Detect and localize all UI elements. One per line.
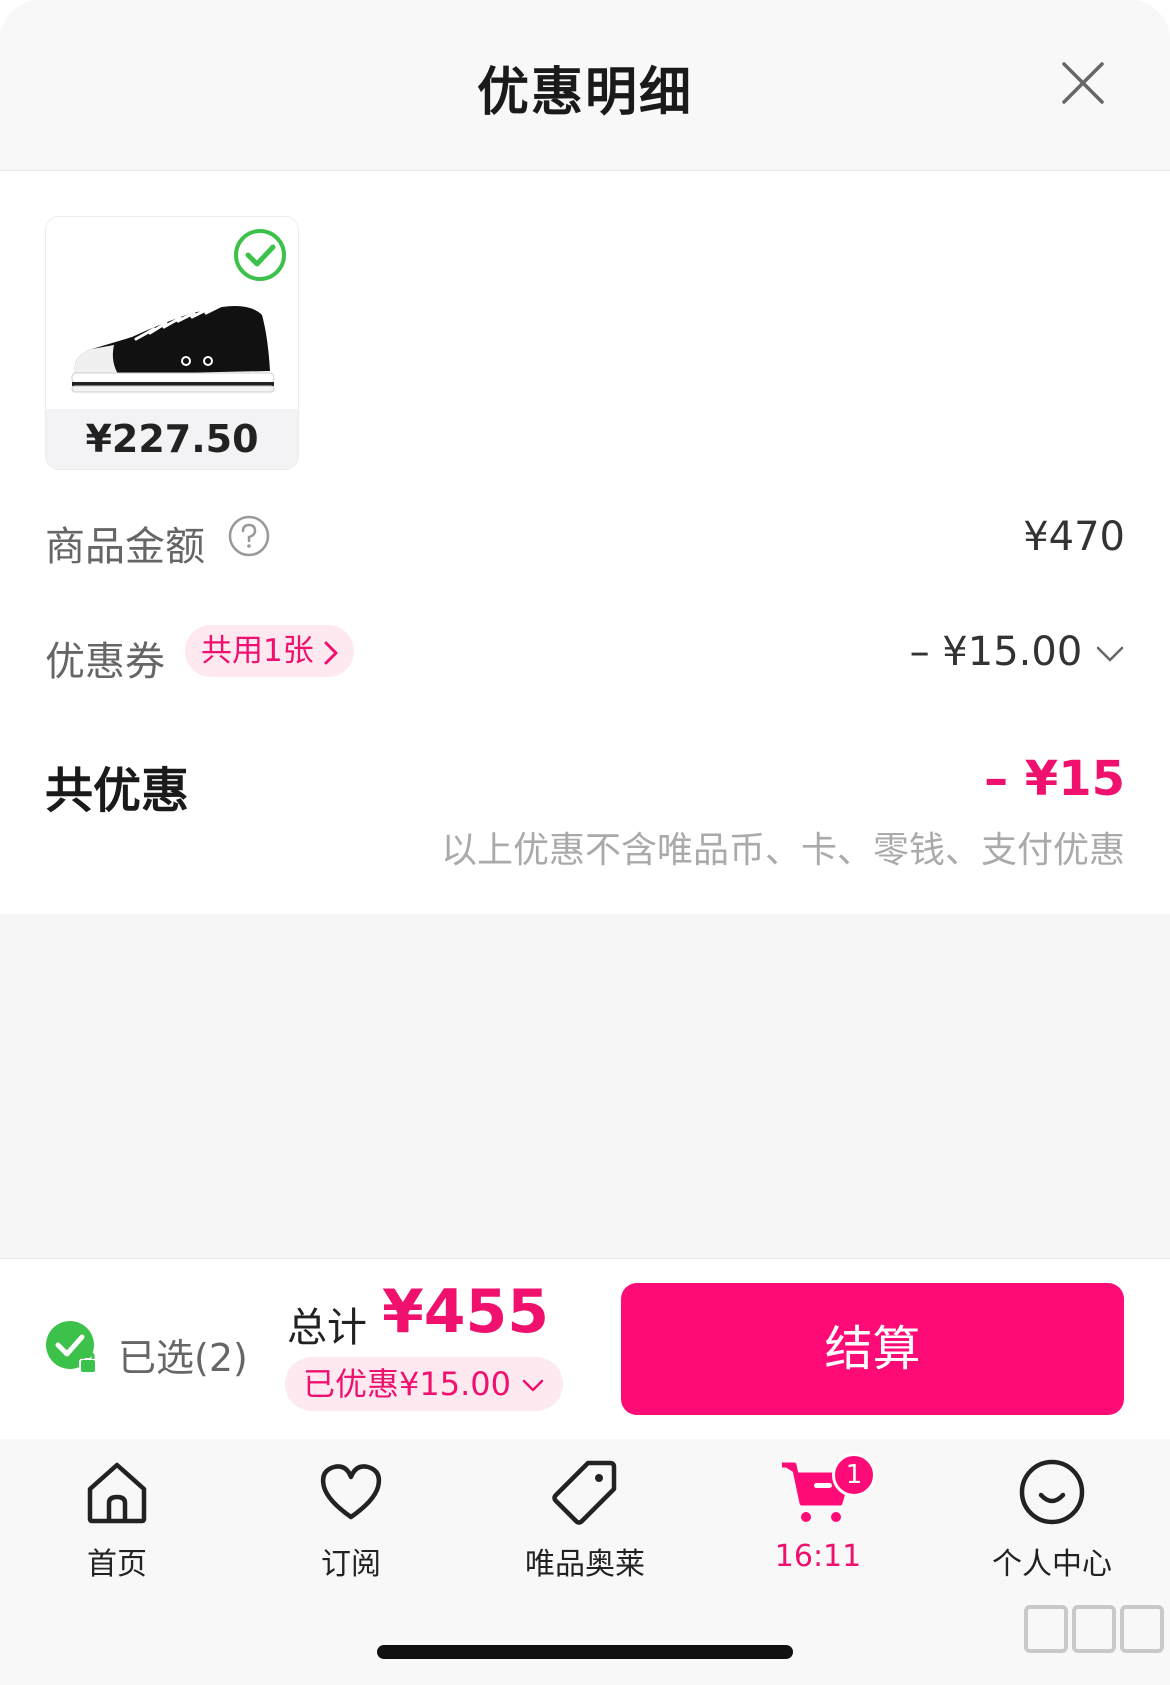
watermark-logo (1024, 1605, 1164, 1653)
coupon-chip[interactable]: 共用1张 (185, 625, 354, 677)
home-indicator (377, 1645, 793, 1659)
total-discount-label: 共优惠 (45, 763, 190, 819)
tab-label-cart: 16:11 (774, 1539, 862, 1574)
chevron-down-icon (1096, 646, 1124, 662)
coupon-row: 优惠券 共用1张 – ¥15.00 (45, 625, 1125, 685)
discount-note: 以上优惠不含唯品币、卡、零钱、支付优惠 (440, 830, 1125, 871)
goods-amount-row: 商品金额 ¥470 (45, 514, 1125, 570)
chevron-down-icon (522, 1379, 544, 1392)
tab-label-home: 首页 (87, 1547, 147, 1582)
tab-outlet[interactable]: 唯品奥莱 (485, 1457, 685, 1583)
discount-content: ¥227.50 商品金额 ¥470 优惠券 共用1张 – ¥15.00 共优惠 … (0, 171, 1170, 914)
tab-subscribe[interactable]: 订阅 (251, 1457, 451, 1583)
total-discount-value: – ¥15 (984, 751, 1125, 807)
discount-pill-label: 已优惠¥15.00 (303, 1365, 511, 1403)
total-label: 总计 (287, 1305, 367, 1351)
sheet-title: 优惠明细 (476, 63, 693, 123)
tab-home[interactable]: 首页 (17, 1457, 217, 1583)
tab-cart[interactable]: 1 16:11 (718, 1453, 918, 1574)
help-icon[interactable] (227, 514, 271, 558)
sneaker-image (71, 304, 275, 393)
home-icon (87, 1462, 147, 1524)
cart-badge: 1 (832, 1453, 876, 1497)
checkout-bar: 已选(2) 总计 ¥455 已优惠¥15.00 结算 (0, 1258, 1170, 1440)
product-card[interactable]: ¥227.50 (45, 216, 299, 470)
discount-pill[interactable]: 已优惠¥15.00 (285, 1357, 564, 1411)
discount-sheet: 优惠明细 ¥227.50 商品金额 ¥470 优惠券 共用1张 – ¥15.00… (0, 0, 1170, 1685)
smile-icon (1019, 1459, 1085, 1525)
tab-label-profile: 个人中心 (992, 1547, 1112, 1582)
select-all-checkbox-icon[interactable] (44, 1319, 100, 1377)
tag-icon (552, 1460, 617, 1525)
total-value: ¥455 (382, 1277, 549, 1347)
tab-label-subscribe: 订阅 (321, 1547, 381, 1582)
check-circle-icon (234, 229, 286, 281)
coupon-label: 优惠券 (45, 639, 165, 685)
goods-amount-label: 商品金额 (45, 524, 205, 570)
heart-icon (320, 1464, 382, 1520)
chevron-right-icon (324, 641, 338, 664)
close-icon[interactable] (1058, 58, 1108, 108)
coupon-chip-label: 共用1张 (201, 633, 314, 669)
sheet-header: 优惠明细 (0, 0, 1170, 171)
selected-count: 已选(2) (118, 1336, 248, 1380)
coupon-value: – ¥15.00 (909, 629, 1083, 675)
checkout-button[interactable]: 结算 (621, 1283, 1124, 1415)
product-price: ¥227.50 (46, 409, 298, 469)
tab-label-outlet: 唯品奥莱 (525, 1547, 645, 1582)
coupon-value-toggle[interactable]: – ¥15.00 (910, 629, 1125, 675)
tab-profile[interactable]: 个人中心 (952, 1457, 1152, 1583)
goods-amount-value: ¥470 (1023, 514, 1125, 560)
